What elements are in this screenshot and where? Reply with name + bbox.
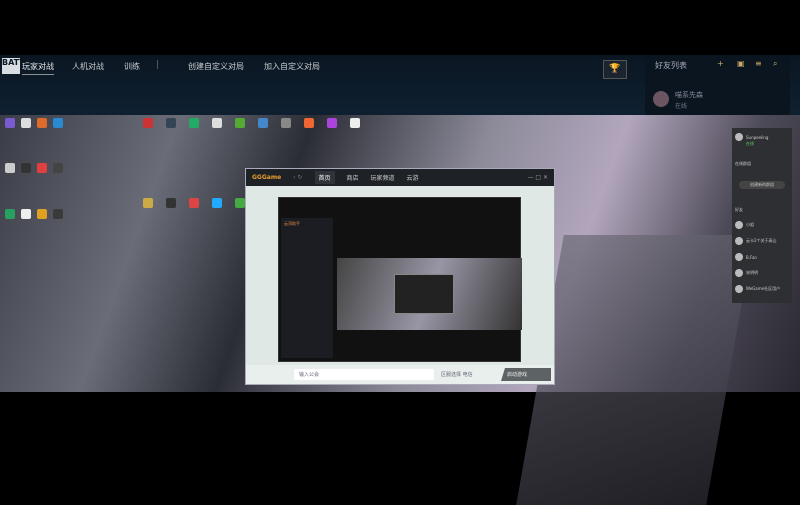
app-icon[interactable] [304, 118, 314, 128]
back-icon[interactable]: ‹ ↻ [293, 174, 302, 181]
folder-icon[interactable]: ▣ [737, 59, 745, 68]
gggame-window: GGGame ‹ ↻ 首页 商店 玩家频道 云游 — □ ✕ 云顶助手 输入公会… [245, 168, 555, 385]
nav-join-custom[interactable]: 加入自定义对局 [264, 61, 320, 72]
nav-create-custom[interactable]: 创建自定义对局 [188, 61, 244, 72]
chat-friend[interactable]: 宋明明 [746, 270, 758, 276]
friends-panel: 好友列表 + ▣ ≡ ⌕ 喵系先森 在线 [645, 55, 790, 115]
app-icon[interactable] [5, 208, 15, 219]
group-title: 在线群组 [735, 161, 751, 166]
app-icon[interactable] [37, 118, 47, 128]
app-icon[interactable] [166, 118, 176, 128]
region-select[interactable]: 区服选择 电信 [441, 371, 473, 378]
app-icon[interactable] [37, 208, 47, 219]
gg-brand: GGGame [252, 174, 282, 181]
tab-cloud[interactable]: 云游 [407, 173, 419, 182]
app-icon[interactable] [212, 118, 222, 128]
window-controls-icon[interactable]: — □ ✕ [527, 174, 554, 181]
chat-panel: Sunpeeling 在线 在线群组 创建新的群组 好友 小姐 云卡2个关于高山… [732, 128, 792, 303]
app-icon[interactable] [21, 118, 31, 128]
tab-store[interactable]: 商店 [347, 173, 359, 182]
avatar[interactable] [735, 269, 743, 277]
friend-status: 在线 [675, 103, 688, 110]
app-icon[interactable] [235, 118, 245, 128]
app-icon[interactable] [143, 197, 153, 208]
avatar[interactable] [735, 253, 743, 261]
chat-friend[interactable]: WeGame社区用户 [746, 286, 780, 292]
inner-window [394, 274, 454, 314]
search-icon[interactable]: ⌕ [773, 59, 777, 69]
trophy-icon[interactable]: 🏆 [603, 60, 627, 79]
inner-brand: 云顶助手 [284, 221, 300, 226]
friends-title: 好友 [735, 207, 743, 212]
gg-bottom-bar: 输入公会 区服选择 电信 启动游戏 [246, 365, 554, 384]
nav-ai[interactable]: 人机对战 [72, 61, 104, 72]
inner-screen: 云顶助手 [278, 197, 522, 362]
app-icon[interactable] [212, 197, 222, 208]
avatar[interactable] [735, 221, 743, 229]
app-icon[interactable] [189, 197, 199, 208]
avatar[interactable] [735, 237, 743, 245]
avatar[interactable] [735, 133, 743, 141]
avatar[interactable] [653, 91, 669, 107]
chat-user-status: 在线 [746, 141, 754, 146]
app-icon[interactable] [189, 118, 199, 128]
create-group-button[interactable]: 创建新的群组 [739, 181, 785, 189]
app-icon[interactable] [37, 163, 47, 174]
app-icon[interactable] [281, 118, 291, 128]
app-icon[interactable] [21, 208, 31, 219]
friends-title: 好友列表 [655, 61, 687, 70]
launch-button[interactable]: 启动游戏 [501, 368, 551, 381]
game-logo: BATTLE [2, 58, 35, 74]
app-icon[interactable] [5, 118, 15, 128]
gg-titlebar: GGGame ‹ ↻ 首页 商店 玩家频道 云游 — □ ✕ [246, 169, 554, 186]
app-icon[interactable] [258, 118, 268, 128]
avatar[interactable] [735, 285, 743, 293]
app-icon[interactable] [327, 118, 337, 128]
friend-name: 喵系先森 [675, 91, 703, 99]
desktop-icons-left [5, 118, 75, 248]
app-icon[interactable] [143, 118, 153, 128]
app-icon[interactable] [53, 163, 63, 174]
app-icon[interactable] [5, 163, 15, 174]
chat-user: Sunpeeling [746, 134, 769, 140]
divider [157, 60, 158, 69]
add-friend-icon[interactable]: + [717, 59, 724, 68]
search-input[interactable]: 输入公会 [294, 369, 434, 380]
nav-training[interactable]: 训练 [124, 61, 140, 72]
nav-pvp[interactable]: 玩家对战 [22, 61, 54, 75]
app-icon[interactable] [235, 197, 245, 208]
chat-friend[interactable]: 小姐 [746, 222, 754, 228]
app-icon[interactable] [53, 208, 63, 219]
app-icon[interactable] [21, 163, 31, 174]
chat-friend[interactable]: B.Fan [746, 255, 757, 260]
app-icon[interactable] [350, 118, 360, 128]
app-icon[interactable] [166, 197, 176, 208]
app-icon[interactable] [53, 118, 63, 128]
inner-sidebar: 云顶助手 [281, 218, 333, 358]
tab-channel[interactable]: 玩家频道 [371, 173, 395, 182]
chat-friend[interactable]: 云卡2个关于高山 [746, 238, 777, 244]
tab-home[interactable]: 首页 [314, 171, 335, 184]
list-icon[interactable]: ≡ [755, 59, 762, 68]
